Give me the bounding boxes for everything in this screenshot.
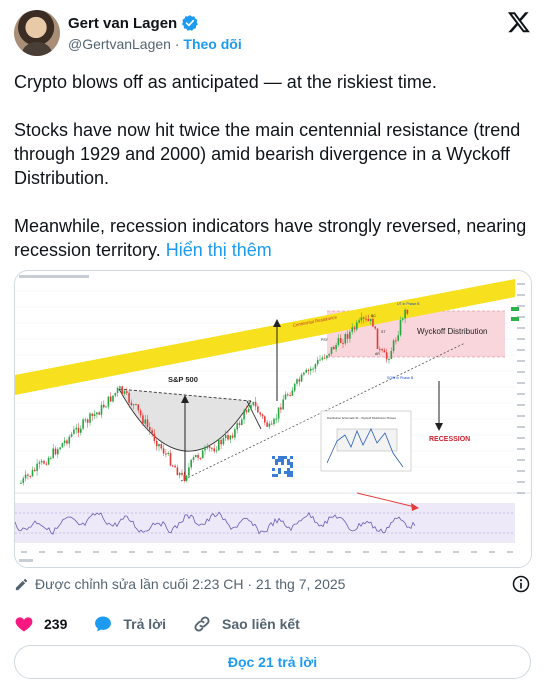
tweet-paragraph-1: Crypto blows off as anticipated — at the… xyxy=(14,72,437,92)
like-button[interactable]: 239 xyxy=(14,614,67,634)
sp500-label: S&P 500 xyxy=(168,375,198,384)
reply-bubble-icon xyxy=(95,616,112,632)
chart-image: Centennial Resistance S&P 500 Wyckoff Di… xyxy=(15,271,531,567)
avatar[interactable] xyxy=(14,10,60,56)
author-handle[interactable]: @GertvanLagen xyxy=(68,36,171,52)
reply-label: Trả lời xyxy=(123,616,166,632)
ar-label: AR xyxy=(375,352,380,356)
bc-label: BC xyxy=(371,314,376,318)
link-icon xyxy=(194,616,210,632)
action-bar: 239 Trả lời Sao liên kết xyxy=(14,612,326,636)
show-more-link[interactable]: Hiển thị thêm xyxy=(166,240,272,260)
edit-pencil-icon xyxy=(15,578,28,590)
heart-icon xyxy=(15,617,33,632)
tweet-header: Gert van Lagen @GertvanLagen · Theo dõi xyxy=(14,8,531,56)
sow-label: SOW in Phase B xyxy=(387,376,414,380)
author-name-row: Gert van Lagen xyxy=(68,14,199,32)
edited-row: Được chỉnh sửa lần cuối 2:23 CH · 21 thg… xyxy=(14,574,531,594)
copy-link-label: Sao liên kết xyxy=(222,616,300,632)
chart-header-text xyxy=(19,275,89,278)
rsi-band xyxy=(15,503,515,543)
tweet-media-chart[interactable]: Centennial Resistance S&P 500 Wyckoff Di… xyxy=(14,270,532,568)
author-name[interactable]: Gert van Lagen xyxy=(68,15,177,32)
recession-label: RECESSION xyxy=(429,436,470,443)
handle-separator: · xyxy=(174,36,180,52)
x-logo-icon[interactable] xyxy=(507,10,531,34)
wyckoff-label: Wyckoff Distribution xyxy=(417,327,487,336)
copy-link-button[interactable]: Sao liên kết xyxy=(192,614,300,634)
tweet-text: Crypto blows off as anticipated — at the… xyxy=(14,70,534,262)
follow-button[interactable]: Theo dõi xyxy=(183,36,241,52)
edited-timestamp[interactable]: Được chỉnh sửa lần cuối 2:23 CH · 21 thg… xyxy=(35,576,345,592)
like-count: 239 xyxy=(44,616,68,632)
verified-badge-icon xyxy=(182,15,199,31)
psy-label: PSY xyxy=(321,338,329,342)
inset-title: Distribution Schematic #1 - Wyckoff Dist… xyxy=(327,416,397,420)
info-icon[interactable] xyxy=(511,574,531,594)
handle-row: @GertvanLagen · Theo dõi xyxy=(68,36,242,52)
ut-label: UT in Phase B xyxy=(397,302,420,306)
tweet-paragraph-2: Stocks have now hit twice the main cente… xyxy=(14,120,521,188)
read-replies-button[interactable]: Đọc 21 trả lời xyxy=(14,645,531,679)
reply-button[interactable]: Trả lời xyxy=(93,614,166,634)
